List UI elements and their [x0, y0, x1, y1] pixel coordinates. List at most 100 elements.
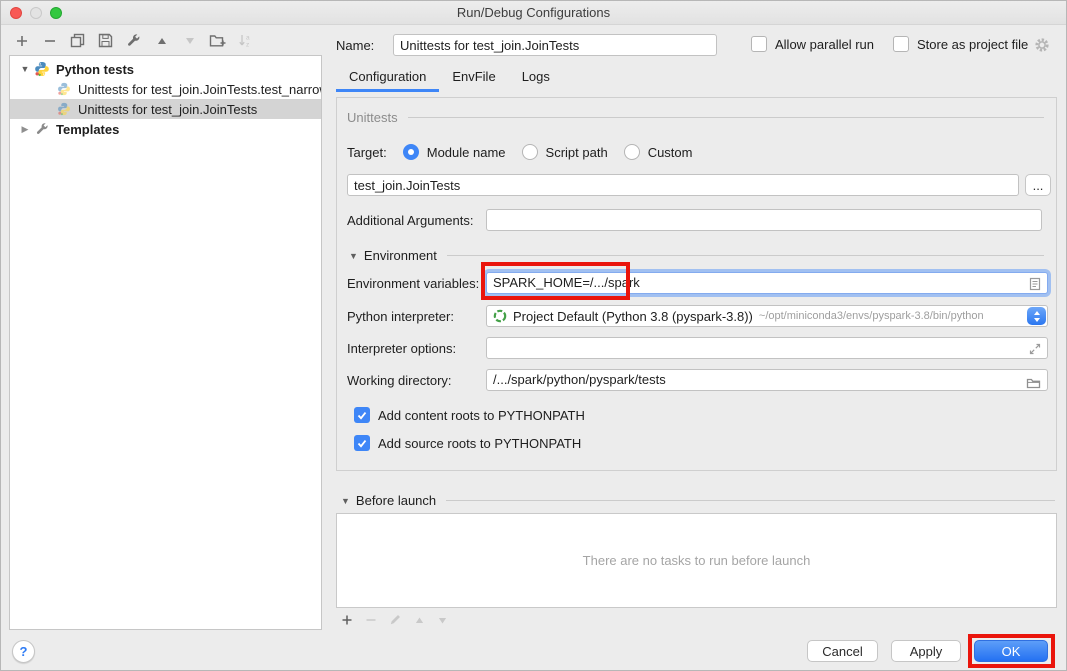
environment-section-header[interactable]: ▼ Environment: [349, 248, 1044, 263]
target-row: Target: Module name Script path Custom: [347, 141, 692, 163]
section-title: Before launch: [356, 493, 436, 508]
checkbox-label: Store as project file: [917, 37, 1028, 52]
target-input[interactable]: [347, 174, 1019, 196]
save-configuration-icon[interactable]: [97, 32, 114, 49]
tree-item-unittests-test-narrow[interactable]: Unittests for test_join.JoinTests.test_n…: [10, 79, 321, 99]
environment-variables-input[interactable]: SPARK_HOME=/.../spark: [486, 272, 1048, 294]
help-label: ?: [20, 644, 28, 659]
tree-item-python-tests[interactable]: ▼ Python tests: [10, 59, 321, 79]
section-title: Environment: [364, 248, 437, 263]
configuration-panel: Unittests Target: Module name Script pat…: [336, 97, 1057, 471]
edit-templates-wrench-icon[interactable]: [125, 32, 142, 49]
tree-item-unittests-jointests[interactable]: Unittests for test_join.JoinTests: [10, 99, 321, 119]
browse-env-vars-icon[interactable]: [1029, 277, 1041, 297]
environment-variables-label: Environment variables:: [347, 276, 479, 291]
cancel-button[interactable]: Cancel: [807, 640, 878, 662]
radio-module-name[interactable]: Module name: [403, 144, 506, 160]
before-launch-section-header[interactable]: ▼ Before launch: [341, 493, 1055, 508]
radio-icon: [522, 144, 538, 160]
working-directory-input[interactable]: /.../spark/python/pyspark/tests: [486, 369, 1048, 391]
additional-arguments-label-row: Additional Arguments:: [347, 209, 473, 231]
expanded-arrow-icon[interactable]: ▼: [18, 64, 32, 74]
templates-wrench-icon: [34, 121, 50, 137]
add-configuration-icon[interactable]: [13, 32, 30, 49]
sort-configurations-icon: az: [237, 32, 254, 49]
run-debug-configurations-dialog: Run/Debug Configurations az ▼: [0, 0, 1067, 671]
tree-item-label: Templates: [56, 122, 119, 137]
add-content-roots-checkbox[interactable]: Add content roots to PYTHONPATH: [354, 407, 585, 423]
environment-variables-label-row: Environment variables:: [347, 272, 479, 294]
python-tests-icon: [34, 61, 50, 77]
target-label: Target:: [347, 145, 387, 160]
radio-label: Module name: [427, 145, 506, 160]
allow-parallel-run-checkbox[interactable]: Allow parallel run: [751, 36, 874, 52]
python-interpreter-label: Python interpreter:: [347, 309, 454, 324]
before-launch-task-list: There are no tasks to run before launch: [336, 513, 1057, 608]
checkbox-label: Add content roots to PYTHONPATH: [378, 408, 585, 423]
radio-script-path[interactable]: Script path: [522, 144, 608, 160]
python-test-config-icon: [56, 81, 72, 97]
tree-item-label: Python tests: [56, 62, 134, 77]
section-collapse-icon: ▼: [349, 251, 358, 261]
configurations-tree: ▼ Python tests: [9, 55, 322, 630]
new-folder-icon[interactable]: [209, 32, 226, 49]
move-down-icon: [181, 32, 198, 49]
group-title: Unittests: [347, 110, 398, 125]
checkbox-checked-icon: [354, 435, 370, 451]
configurations-toolbar: az: [13, 32, 254, 49]
radio-icon: [624, 144, 640, 160]
add-task-icon[interactable]: [341, 614, 353, 629]
section-collapse-icon: ▼: [341, 496, 350, 506]
empty-task-list-message: There are no tasks to run before launch: [583, 553, 811, 568]
window-title: Run/Debug Configurations: [1, 5, 1066, 20]
edit-task-pencil-icon: [389, 613, 402, 629]
name-row: Name:: [336, 34, 374, 56]
name-label: Name:: [336, 38, 374, 53]
python-interpreter-value: Project Default (Python 3.8 (pyspark-3.8…: [513, 309, 753, 324]
tab-label: Configuration: [349, 69, 426, 84]
tab-logs[interactable]: Logs: [509, 65, 563, 92]
move-task-up-icon: [414, 614, 425, 629]
working-directory-value: /.../spark/python/pyspark/tests: [493, 372, 666, 387]
collapsed-arrow-icon[interactable]: ▶: [18, 124, 32, 135]
checkbox-icon: [751, 36, 767, 52]
move-task-down-icon: [437, 614, 448, 629]
tab-envfile[interactable]: EnvFile: [439, 65, 508, 92]
add-source-roots-checkbox[interactable]: Add source roots to PYTHONPATH: [354, 435, 581, 451]
browse-folder-icon[interactable]: [1026, 375, 1041, 395]
python-interpreter-select[interactable]: Project Default (Python 3.8 (pyspark-3.8…: [486, 305, 1048, 327]
ok-button[interactable]: OK: [974, 640, 1048, 662]
interpreter-options-input[interactable]: [486, 337, 1048, 359]
section-separator: [446, 500, 1055, 501]
tree-item-templates[interactable]: ▶ Templates: [10, 119, 321, 139]
python-interpreter-label-row: Python interpreter:: [347, 305, 454, 327]
working-directory-label-row: Working directory:: [347, 369, 452, 391]
working-directory-label: Working directory:: [347, 373, 452, 388]
store-as-project-file-checkbox[interactable]: Store as project file: [893, 36, 1028, 52]
remove-configuration-icon[interactable]: [41, 32, 58, 49]
expand-field-icon[interactable]: [1029, 343, 1041, 358]
name-input[interactable]: [393, 34, 717, 56]
group-separator: [408, 117, 1044, 118]
radio-custom[interactable]: Custom: [624, 144, 693, 160]
move-up-icon[interactable]: [153, 32, 170, 49]
python-test-config-icon: [56, 101, 72, 117]
additional-arguments-label: Additional Arguments:: [347, 213, 473, 228]
store-settings-gear-icon[interactable]: [1034, 37, 1050, 56]
copy-configuration-icon[interactable]: [69, 32, 86, 49]
tab-label: EnvFile: [452, 69, 495, 84]
section-separator: [447, 255, 1044, 256]
python-interpreter-path: ~/opt/miniconda3/envs/pyspark-3.8/bin/py…: [759, 310, 984, 322]
tree-item-label: Unittests for test_join.JoinTests.test_n…: [78, 82, 321, 97]
checkbox-label: Add source roots to PYTHONPATH: [378, 436, 581, 451]
additional-arguments-input[interactable]: [486, 209, 1042, 231]
config-tabs: Configuration EnvFile Logs: [336, 65, 563, 92]
apply-button[interactable]: Apply: [891, 640, 961, 662]
select-stepper-icon[interactable]: [1027, 307, 1046, 325]
help-button[interactable]: ?: [12, 640, 35, 663]
svg-text:a: a: [246, 35, 250, 42]
tab-configuration[interactable]: Configuration: [336, 65, 439, 92]
radio-icon: [403, 144, 419, 160]
target-browse-button[interactable]: ...: [1025, 174, 1051, 196]
title-bar: Run/Debug Configurations: [1, 1, 1066, 25]
